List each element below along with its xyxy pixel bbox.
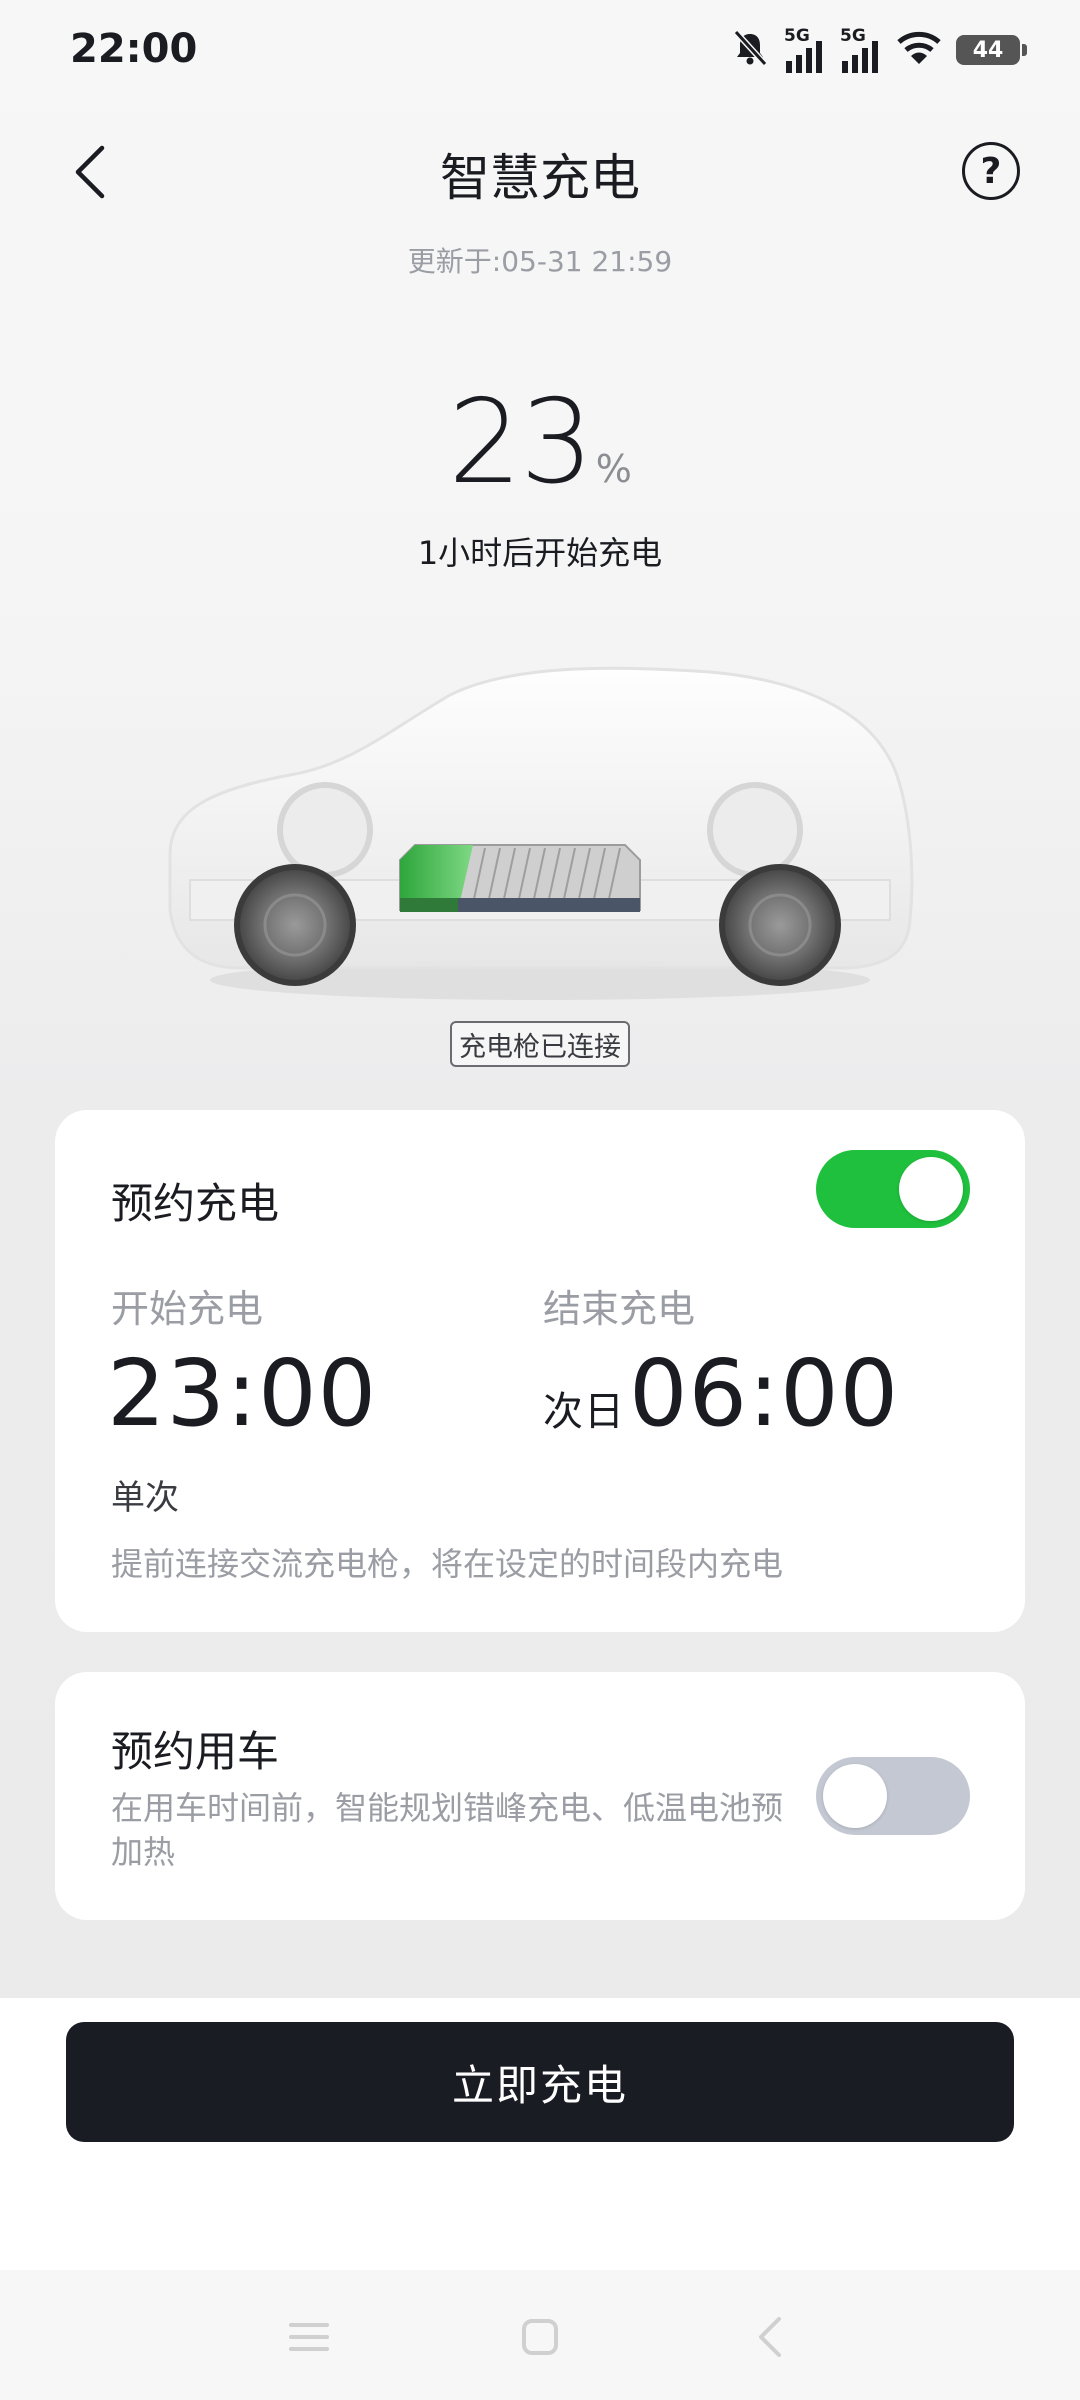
start-charging-label: 开始充电 bbox=[111, 1287, 264, 1331]
status-time: 22:00 bbox=[70, 26, 198, 72]
page-title: 智慧充电 bbox=[440, 149, 640, 207]
start-time[interactable]: 23:00 bbox=[107, 1340, 377, 1447]
state-of-charge: 23% bbox=[0, 375, 1080, 510]
nav-home-button[interactable] bbox=[510, 2312, 570, 2362]
status-bar: 22:00 5G 5G 44 bbox=[0, 0, 1080, 100]
repeat-mode[interactable]: 单次 bbox=[111, 1470, 179, 1519]
rear-wheel-left bbox=[277, 782, 373, 878]
signal-bars-icon bbox=[842, 40, 878, 73]
scheduled-charging-toggle[interactable] bbox=[816, 1150, 970, 1228]
scheduled-usage-card: 预约用车 在用车时间前，智能规划错峰充电、低温电池预加热 bbox=[55, 1672, 1025, 1920]
help-button[interactable]: ? bbox=[962, 142, 1020, 200]
charging-gun-status: 充电枪已连接 bbox=[450, 1021, 630, 1067]
nav-menu-button[interactable] bbox=[279, 2312, 339, 2362]
wifi-icon bbox=[896, 30, 942, 70]
bell-muted-icon bbox=[730, 28, 770, 72]
next-day-label: 次日 bbox=[543, 1389, 625, 1435]
signal-1: 5G bbox=[784, 27, 826, 73]
end-time: 06:00 bbox=[629, 1340, 900, 1447]
signal-bars-icon bbox=[786, 40, 822, 73]
scheduled-charging-hint: 提前连接交流充电枪，将在设定的时间段内充电 bbox=[111, 1545, 784, 1583]
scheduled-usage-description: 在用车时间前，智能规划错峰充电、低温电池预加热 bbox=[111, 1789, 784, 1871]
soc-unit: % bbox=[595, 447, 632, 491]
signal-2: 5G bbox=[840, 27, 882, 73]
end-time-group[interactable]: 次日06:00 bbox=[543, 1340, 899, 1447]
scheduled-charging-title: 预约充电 bbox=[111, 1179, 280, 1228]
back-triangle-icon bbox=[759, 2317, 781, 2357]
charge-now-button[interactable]: 立即充电 bbox=[66, 2022, 1014, 2142]
nav-back-button[interactable] bbox=[740, 2312, 800, 2362]
scheduled-usage-title: 预约用车 bbox=[111, 1727, 280, 1776]
toggle-knob bbox=[899, 1157, 963, 1221]
front-wheel-left bbox=[234, 864, 356, 986]
system-nav-bar bbox=[0, 2270, 1080, 2400]
rear-wheel-right bbox=[707, 782, 803, 878]
charge-hint: 1小时后开始充电 bbox=[417, 534, 663, 572]
home-square-icon bbox=[522, 2319, 558, 2355]
scheduled-usage-toggle[interactable] bbox=[816, 1757, 970, 1835]
battery-indicator: 44 bbox=[956, 35, 1027, 65]
update-time: 更新于:05-31 21:59 bbox=[407, 245, 673, 278]
status-icons: 5G 5G 44 bbox=[730, 22, 1027, 78]
question-icon: ? bbox=[980, 150, 1002, 192]
car-illustration bbox=[168, 666, 914, 1000]
front-wheel-right bbox=[719, 864, 841, 986]
toggle-knob bbox=[823, 1764, 887, 1828]
battery-pack bbox=[399, 844, 641, 912]
scheduled-charging-card: 预约充电 开始充电 23:00 结束充电 次日06:00 单次 提前连接交流充电… bbox=[55, 1110, 1025, 1632]
header: 智慧充电 ? bbox=[0, 120, 1080, 220]
end-charging-label: 结束充电 bbox=[543, 1287, 696, 1331]
bottom-action-area: 立即充电 bbox=[0, 1998, 1080, 2270]
menu-icon bbox=[289, 2323, 329, 2351]
soc-value: 23 bbox=[448, 375, 594, 510]
